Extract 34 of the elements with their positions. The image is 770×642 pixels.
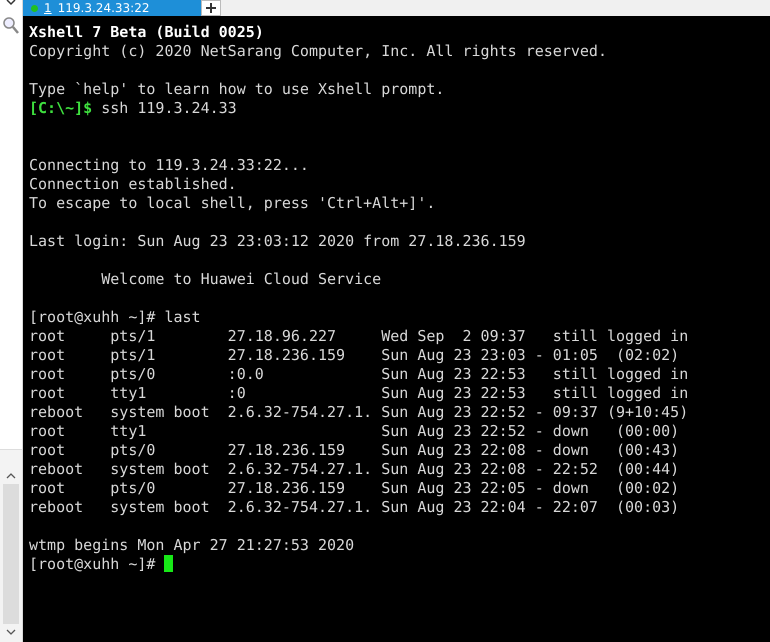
scroll-down-icon[interactable] xyxy=(6,628,16,636)
terminal-line: Copyright (c) 2020 NetSarang Computer, Inc. All rights reserved. xyxy=(29,42,608,61)
terminal-line: Xshell 7 Beta (Build 0025) xyxy=(29,23,265,42)
plus-icon xyxy=(206,3,216,13)
terminal-line: reboot system boot 2.6.32-754.27.1. Sun Aug 23 22:08 - 22:52 (00:44) xyxy=(29,460,680,479)
terminal-line: reboot system boot 2.6.32-754.27.1. Sun Aug 23 22:04 - 22:07 (00:03) xyxy=(29,498,680,517)
terminal-line: root pts/0 :0.0 Sun Aug 23 22:53 still logged in xyxy=(29,365,690,384)
terminal-panel[interactable] xyxy=(23,16,770,642)
scroll-up-icon[interactable] xyxy=(6,472,16,480)
terminal-line: root tty1 Sun Aug 23 22:52 - down (00:00) xyxy=(29,422,680,441)
terminal-line: root pts/0 27.18.236.159 Sun Aug 23 22:05 - down (00:02) xyxy=(29,479,680,498)
terminal-line: root pts/0 27.18.236.159 Sun Aug 23 22:08 - down (00:43) xyxy=(29,441,680,460)
session-tab[interactable]: 1 119.3.24.33:22 xyxy=(23,0,201,16)
terminal-line: reboot system boot 2.6.32-754.27.1. Sun Aug 23 22:52 - 09:37 (9+10:45) xyxy=(29,403,690,422)
shell-prompt: [root@xuhh ~]# xyxy=(29,555,156,573)
status-dot xyxy=(31,4,38,12)
terminal-line: root pts/1 27.18.96.227 Wed Sep 2 09:37 still logged in xyxy=(29,327,690,346)
command-text: ssh 119.3.24.33 xyxy=(101,99,237,117)
shell-prompt: [C:\~]$ xyxy=(29,99,92,117)
terminal-line: Type `help' to learn how to use Xshell prompt. xyxy=(29,80,446,99)
new-tab-button[interactable] xyxy=(201,0,221,16)
terminal-line: To escape to local shell, press 'Ctrl+Alt+]'. xyxy=(29,194,436,213)
terminal-line: root pts/1 27.18.236.159 Sun Aug 23 23:03 - 01:05 (02:02) xyxy=(29,346,680,365)
terminal-line: Last login: Sun Aug 23 23:03:12 2020 from 27.18.236.159 xyxy=(29,232,527,251)
terminal-line: Connecting to 119.3.24.33:22... xyxy=(29,156,310,175)
terminal-line: [root@xuhh ~]# last xyxy=(29,308,202,327)
tab-title: 119.3.24.33:22 xyxy=(58,1,150,15)
terminal-line: wtmp begins Mon Apr 27 21:27:53 2020 xyxy=(29,536,356,555)
terminal-line: Welcome to Huawei Cloud Service xyxy=(100,270,382,289)
terminal-line: root tty1 :0 Sun Aug 23 22:53 still logged in xyxy=(29,384,690,403)
text-cursor xyxy=(164,555,174,572)
search-icon[interactable] xyxy=(2,16,20,36)
tab-number: 1 xyxy=(44,1,52,15)
terminal-line: Connection established. xyxy=(29,175,238,194)
